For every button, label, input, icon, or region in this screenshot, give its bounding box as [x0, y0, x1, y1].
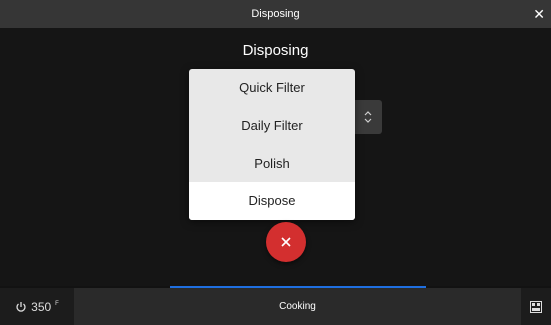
status-bar: 350 F Cooking [0, 288, 551, 325]
cancel-button[interactable] [266, 222, 306, 262]
menu-item-polish[interactable]: Polish [189, 145, 355, 183]
keyboard-button[interactable] [521, 288, 551, 325]
power-icon [16, 301, 26, 312]
dropdown-menu: Quick Filter Daily Filter Polish Dispose [189, 69, 355, 220]
temperature-unit: F [55, 301, 59, 307]
page-title: Disposing [242, 42, 309, 59]
close-icon [281, 237, 291, 247]
status-label: Cooking [279, 301, 316, 312]
menu-item-quick-filter[interactable]: Quick Filter [189, 69, 355, 107]
close-icon[interactable]: ✕ [533, 0, 545, 28]
temperature-readout[interactable]: 350 F [0, 288, 74, 325]
menu-item-daily-filter[interactable]: Daily Filter [189, 107, 355, 145]
temperature-value: 350 [31, 299, 52, 314]
title-bar: Disposing ✕ [0, 0, 551, 28]
keyboard-icon [530, 300, 542, 313]
chevron-up-down-icon [364, 111, 372, 123]
window-title: Disposing [251, 8, 300, 20]
select-toggle[interactable] [354, 100, 382, 134]
menu-item-dispose[interactable]: Dispose [189, 182, 355, 220]
